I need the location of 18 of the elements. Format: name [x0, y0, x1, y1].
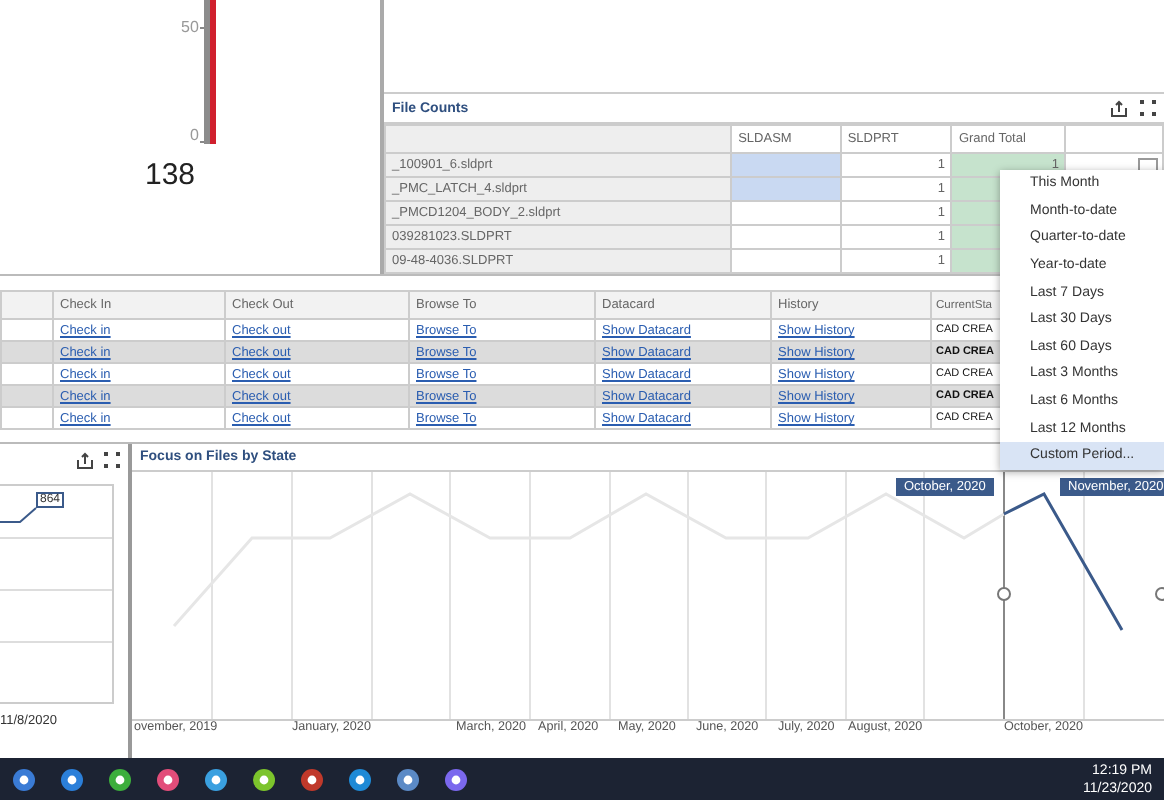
gauge-value: 138 — [144, 158, 196, 192]
app-icon[interactable] — [396, 767, 420, 792]
app-icon[interactable] — [252, 767, 276, 792]
gauge-bar-drawing — [200, 0, 219, 144]
gauge-tick-label: 0 — [188, 126, 199, 144]
export-icon[interactable] — [1110, 99, 1128, 117]
app-icon[interactable] — [300, 767, 324, 792]
app-icon[interactable] — [108, 767, 132, 792]
expand-icon[interactable] — [104, 452, 120, 469]
app-icon[interactable] — [348, 767, 372, 792]
app-icon[interactable] — [156, 767, 180, 792]
export-icon[interactable] — [76, 452, 94, 471]
app-icon[interactable] — [60, 767, 84, 792]
expand-icon[interactable] — [1140, 99, 1156, 115]
gauge-tick-label: 50 — [181, 18, 199, 36]
app-icon[interactable] — [444, 767, 468, 792]
app-icon[interactable] — [204, 767, 228, 792]
app-icon[interactable] — [12, 767, 36, 792]
